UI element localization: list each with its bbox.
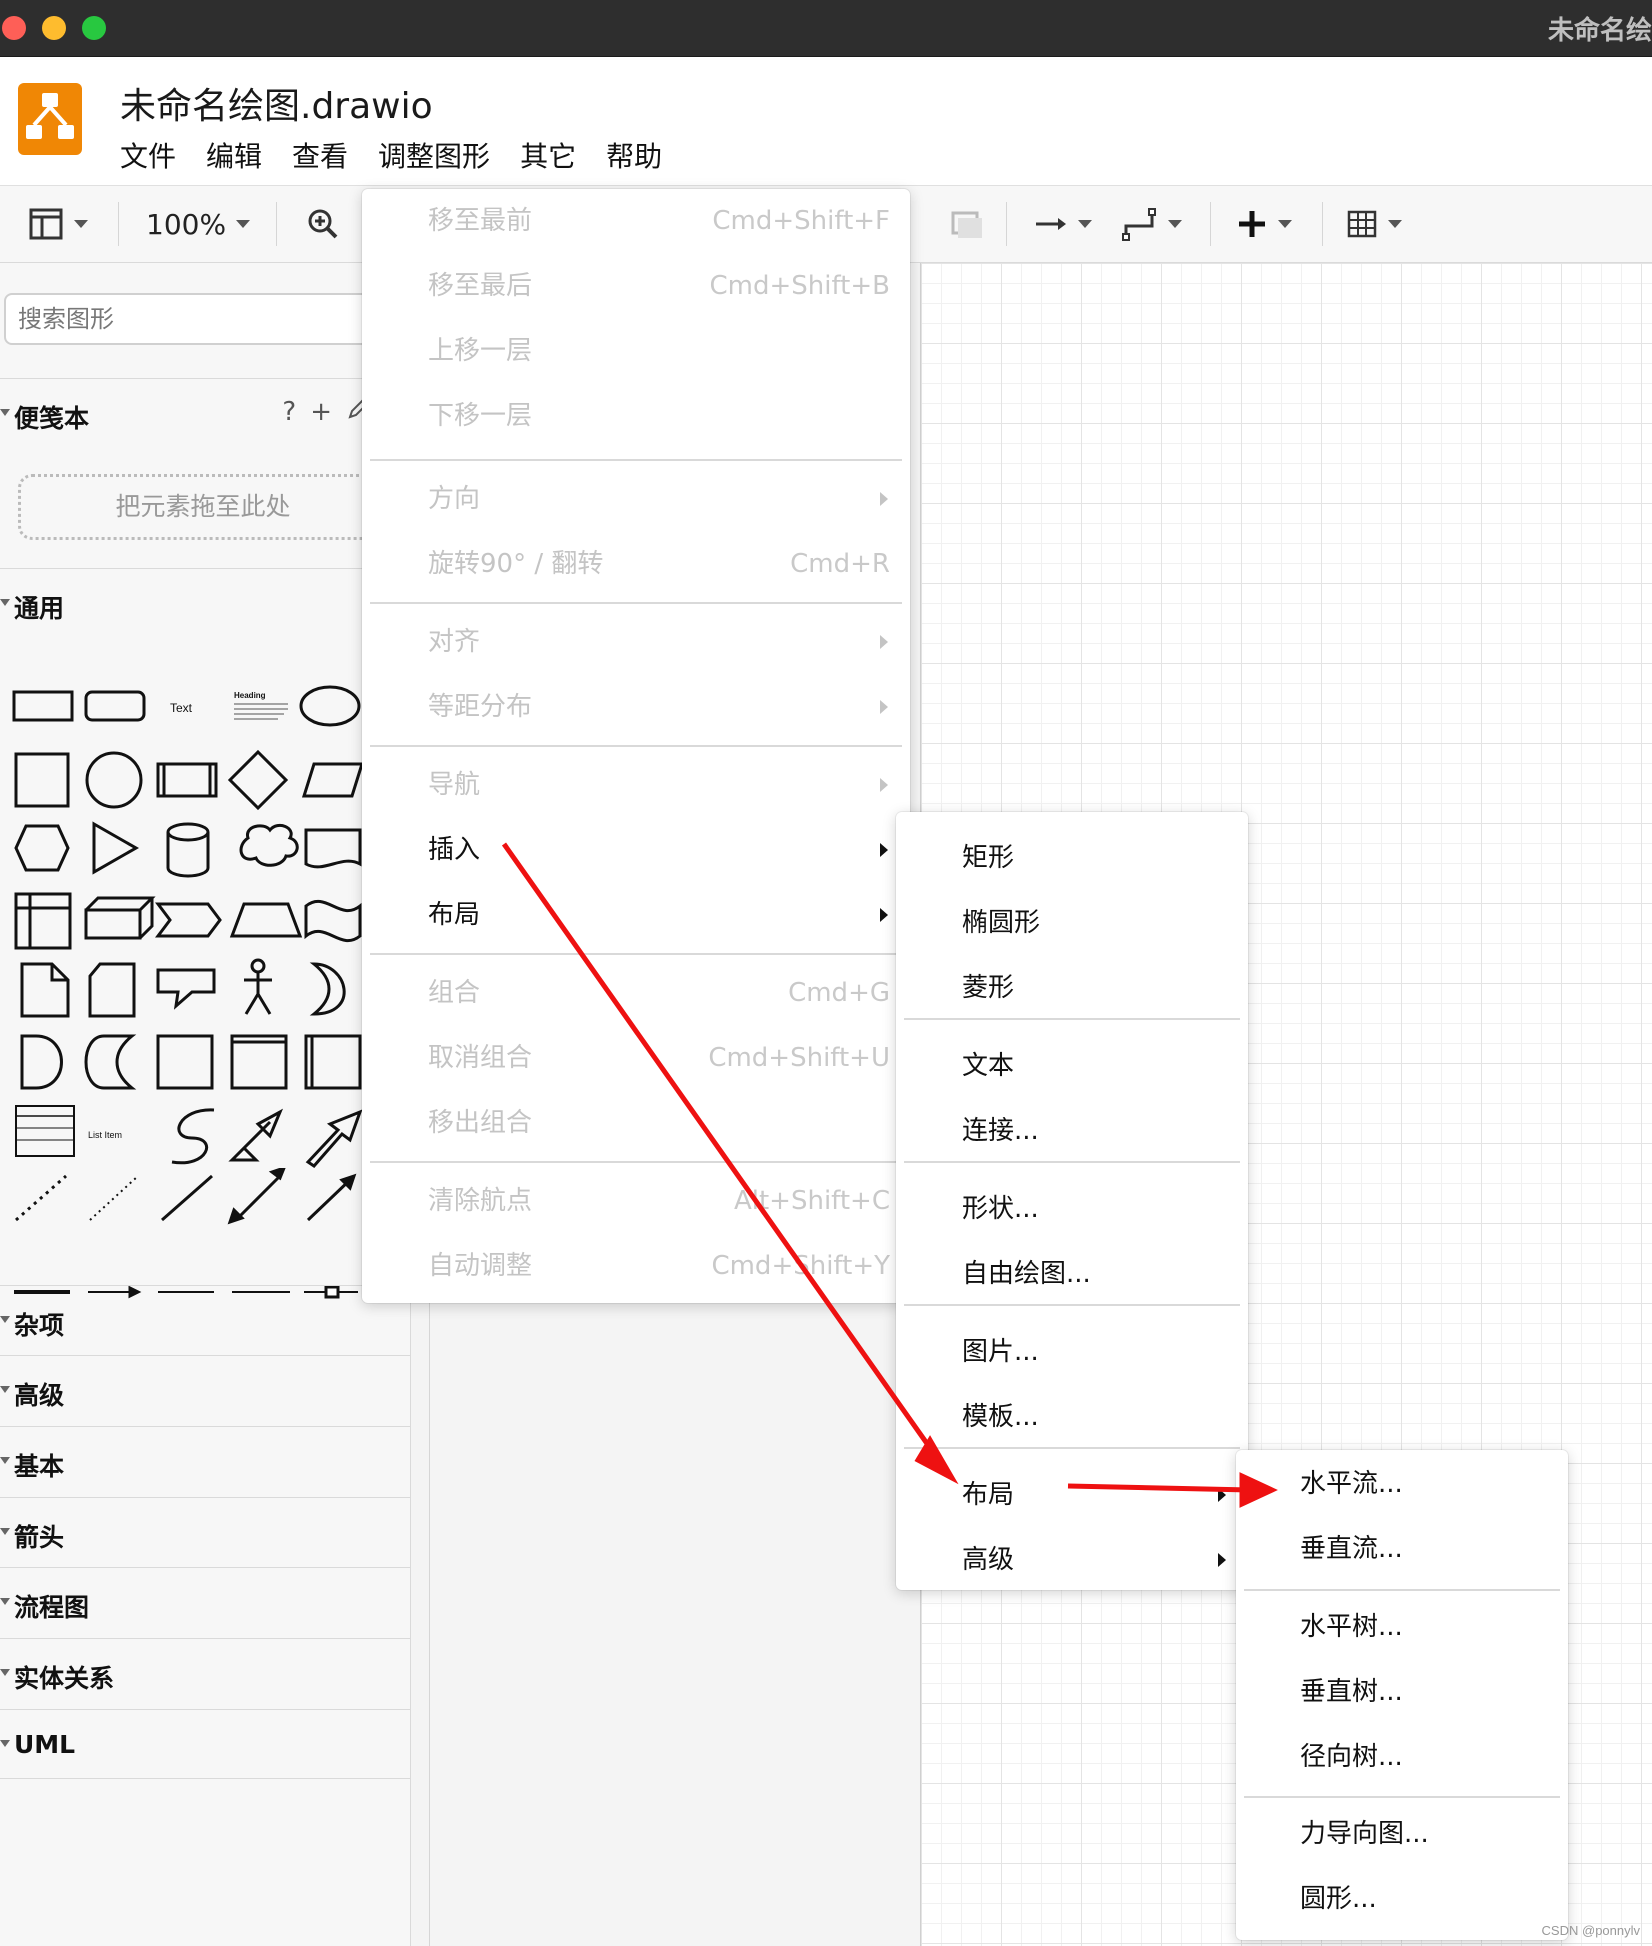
watermark: CSDN @ponnylv — [1541, 1923, 1640, 1938]
annotation-arrow-layout-to-flow — [1067, 1483, 1251, 1493]
arrow-head-icon — [914, 1435, 959, 1485]
arrow-head-icon — [1239, 1472, 1278, 1508]
annotation-arrow-insert-to-layout — [501, 842, 943, 1464]
annotation-arrows — [501, 842, 1278, 1508]
